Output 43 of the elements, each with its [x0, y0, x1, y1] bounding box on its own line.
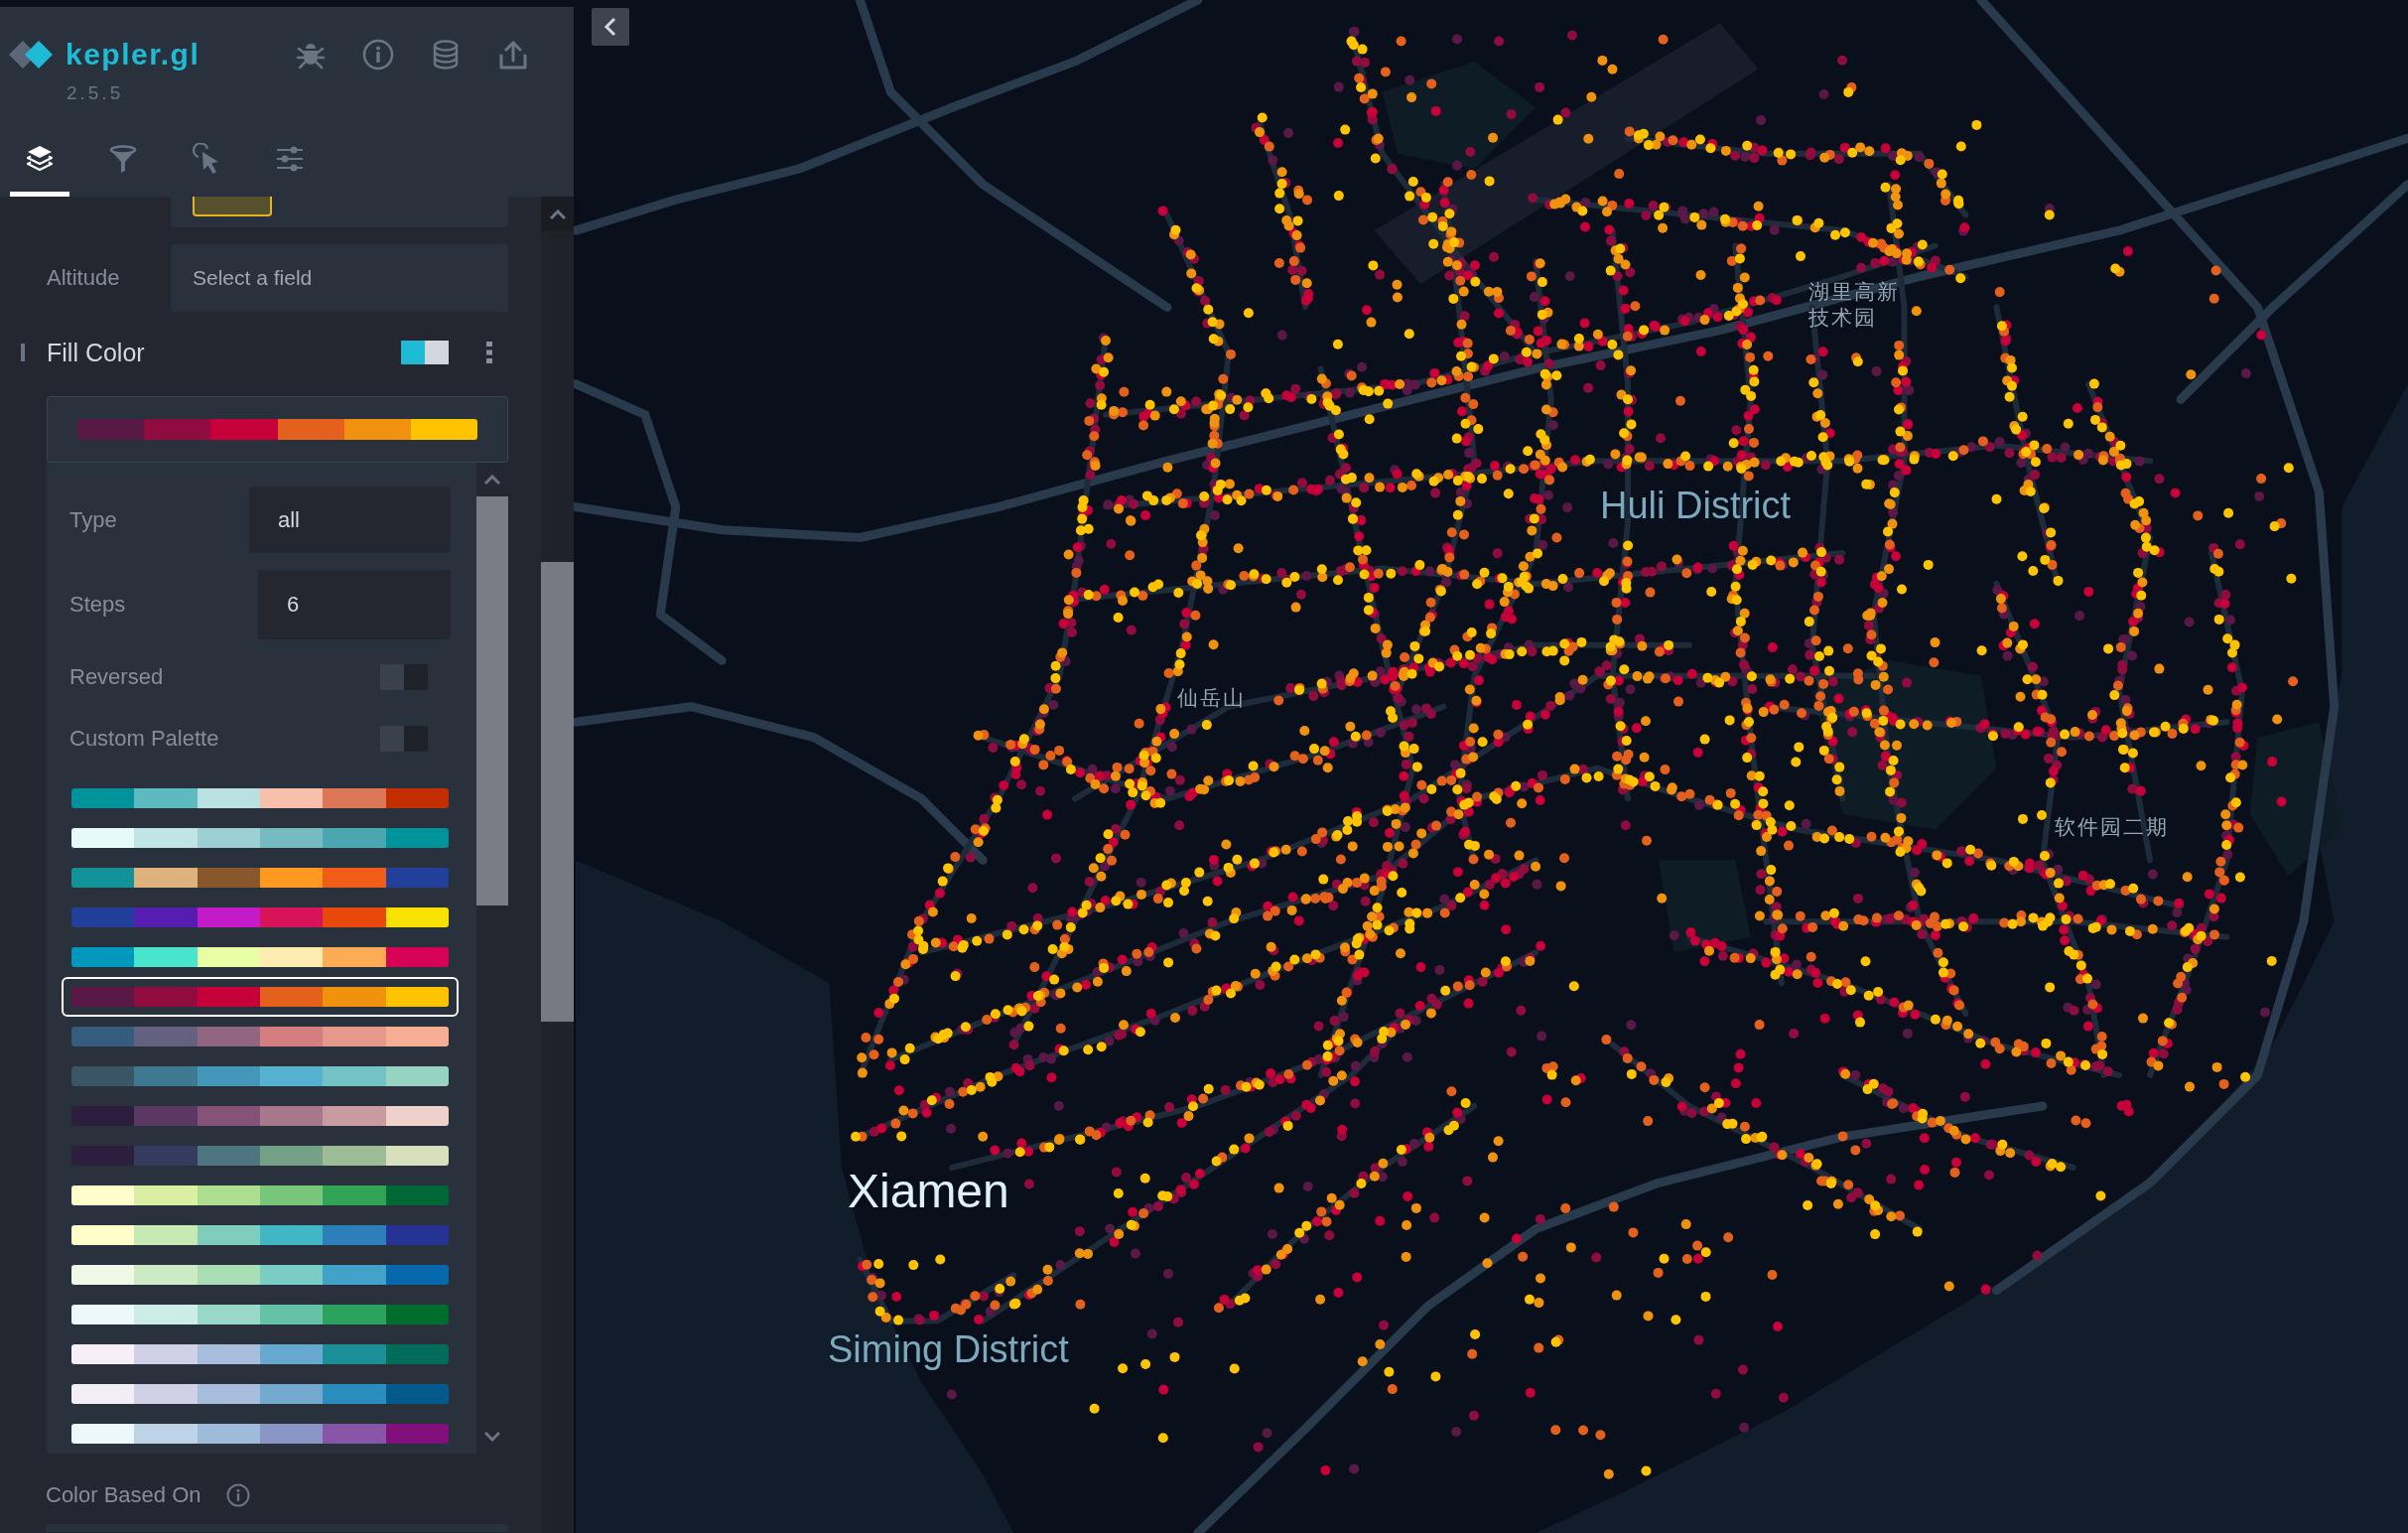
altitude-select[interactable]: Select a field	[171, 244, 508, 312]
upload-button[interactable]	[497, 39, 529, 70]
map-label: Xiamen	[848, 1168, 1009, 1215]
column-select[interactable]	[171, 197, 508, 227]
info-icon	[362, 39, 394, 70]
collapse-button[interactable]	[592, 8, 629, 46]
section-title: Fill Color	[47, 338, 145, 367]
map-label: Siming District	[828, 1330, 1069, 1368]
map-label: Huli District	[1600, 487, 1792, 524]
palette-option[interactable]	[62, 977, 459, 1017]
field-label: Steps	[69, 592, 126, 618]
color-range-select[interactable]	[47, 396, 508, 463]
info-button[interactable]	[362, 39, 394, 70]
vertical-dots-icon	[486, 342, 492, 363]
version-label: 2.5.5	[67, 83, 124, 103]
info-icon[interactable]	[225, 1483, 250, 1507]
chevron-up-icon	[549, 209, 566, 219]
upload-icon	[497, 39, 529, 70]
section-marker-icon	[21, 344, 25, 361]
funnel-icon	[108, 143, 138, 175]
field-label: Type	[69, 506, 117, 533]
map-label: 仙岳山	[1177, 687, 1246, 708]
field-label: Color Based On	[46, 1482, 201, 1508]
app-title: kepler.gl	[66, 38, 201, 71]
type-select[interactable]: all	[249, 487, 451, 553]
map-label: 软件园二期	[2055, 816, 2169, 837]
scrollbar-thumb[interactable]	[541, 562, 574, 1022]
scrollbar-thumb[interactable]	[476, 496, 508, 906]
toggle-switch[interactable]	[380, 726, 428, 752]
steps-input[interactable]: 6	[258, 570, 451, 639]
chevron-down-icon	[484, 1432, 500, 1442]
toggle-switch[interactable]	[401, 341, 449, 364]
map-label: 湖里高新技术园	[1808, 279, 1901, 332]
chevron-up-icon	[484, 475, 500, 485]
field-label: Reversed	[69, 664, 164, 690]
scroll-up-button[interactable]	[541, 197, 574, 231]
more-button[interactable]	[484, 342, 494, 363]
field-label: Altitude	[47, 265, 120, 291]
toggle-switch[interactable]	[380, 664, 428, 690]
field-label: Custom Palette	[69, 726, 219, 752]
layers-tab[interactable]	[10, 143, 69, 197]
chevron-left-icon	[602, 17, 618, 37]
logo-icon	[9, 41, 53, 69]
